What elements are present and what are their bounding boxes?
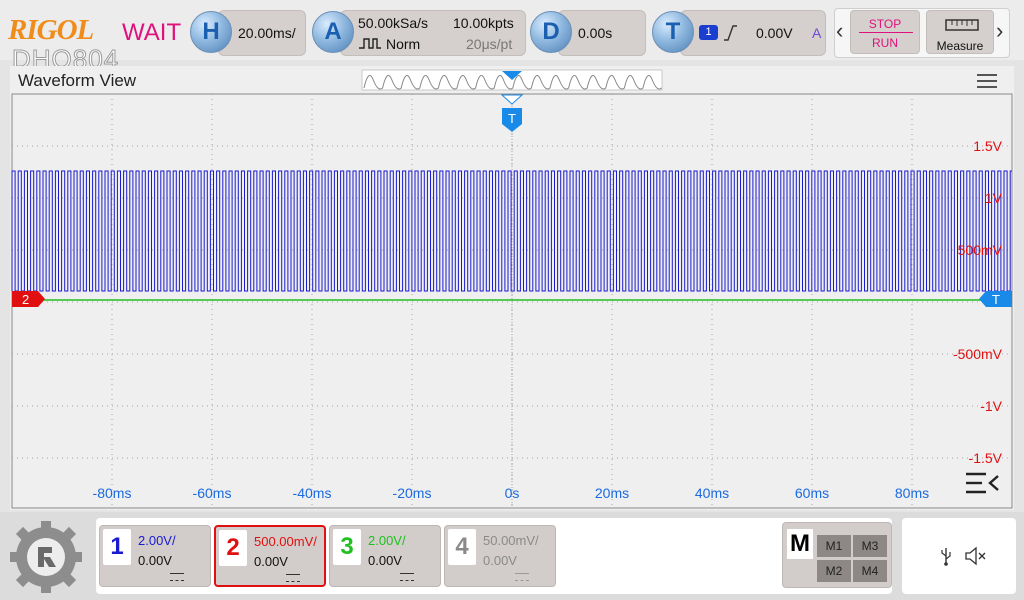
math-m2-button[interactable]: M2 xyxy=(817,560,851,582)
channel-4-box[interactable]: 4 50.00mV/ 0.00V xyxy=(444,525,556,587)
channel-3-offset: 0.00V xyxy=(368,553,402,568)
channel-2-marker-label: 2 xyxy=(22,292,29,307)
channel-3-number: 3 xyxy=(333,529,361,565)
channel-4-number: 4 xyxy=(448,529,476,565)
channel-1-number: 1 xyxy=(103,529,131,565)
time-axis-label: -60ms xyxy=(193,485,232,501)
dc-coupling-icon xyxy=(286,574,300,582)
math-panel[interactable]: M M1 M3 M2 M4 xyxy=(782,522,892,588)
time-axis-label: 60ms xyxy=(795,485,829,501)
channel-4-offset: 0.00V xyxy=(483,553,517,568)
voltage-axis-label: 500mV xyxy=(958,242,1003,258)
voltage-axis-label: -1V xyxy=(980,398,1002,414)
system-icons-panel xyxy=(902,518,1016,594)
usb-icon[interactable] xyxy=(940,546,952,566)
dc-coupling-icon xyxy=(515,573,529,581)
math-m4-button[interactable]: M4 xyxy=(853,560,887,582)
waveform-view-title: Waveform View xyxy=(18,71,137,90)
math-m1-button[interactable]: M1 xyxy=(817,535,851,557)
time-axis-label: -40ms xyxy=(293,485,332,501)
time-axis-label: 40ms xyxy=(695,485,729,501)
channel-2-number: 2 xyxy=(219,530,247,566)
channel-4-scale: 50.00mV/ xyxy=(483,533,539,548)
channel-1-scale: 2.00V/ xyxy=(138,533,176,548)
math-label: M xyxy=(787,529,813,559)
dc-coupling-icon xyxy=(170,573,184,581)
waveform-screen[interactable]: T 2 T -80ms -60ms -40ms -20ms 0s 20ms 40ms 60ms… xyxy=(0,0,1024,512)
dc-coupling-icon xyxy=(400,573,414,581)
channel-3-box[interactable]: 3 2.00V/ 0.00V xyxy=(329,525,441,587)
time-axis-label: -20ms xyxy=(393,485,432,501)
voltage-axis-label: 1.5V xyxy=(973,138,1002,154)
trigger-time-marker-label: T xyxy=(508,111,516,126)
voltage-axis-label: -1.5V xyxy=(969,450,1003,466)
gear-icon xyxy=(10,521,82,593)
voltage-axis-label: 1V xyxy=(985,190,1003,206)
channel-2-scale: 500.00mV/ xyxy=(254,534,317,549)
channel-2-box[interactable]: 2 500.00mV/ 0.00V xyxy=(214,525,326,587)
time-axis-label: 0s xyxy=(505,485,520,501)
trigger-level-marker-label: T xyxy=(992,292,1000,307)
time-axis-label: 20ms xyxy=(595,485,629,501)
channel-1-offset: 0.00V xyxy=(138,553,172,568)
hamburger-menu-icon[interactable] xyxy=(977,74,997,88)
channel-2-offset: 0.00V xyxy=(254,554,288,569)
math-m3-button[interactable]: M3 xyxy=(853,535,887,557)
voltage-axis-label: -500mV xyxy=(953,346,1003,362)
time-axis-label: 80ms xyxy=(895,485,929,501)
home-menu-button[interactable] xyxy=(8,519,90,595)
channel-3-scale: 2.00V/ xyxy=(368,533,406,548)
channel-1-box[interactable]: 1 2.00V/ 0.00V xyxy=(99,525,211,587)
time-axis-labels: -80ms -60ms -40ms -20ms 0s 20ms 40ms 60ms 80ms xyxy=(93,485,930,501)
time-axis-label: -80ms xyxy=(93,485,132,501)
speaker-mute-icon[interactable] xyxy=(964,546,988,566)
